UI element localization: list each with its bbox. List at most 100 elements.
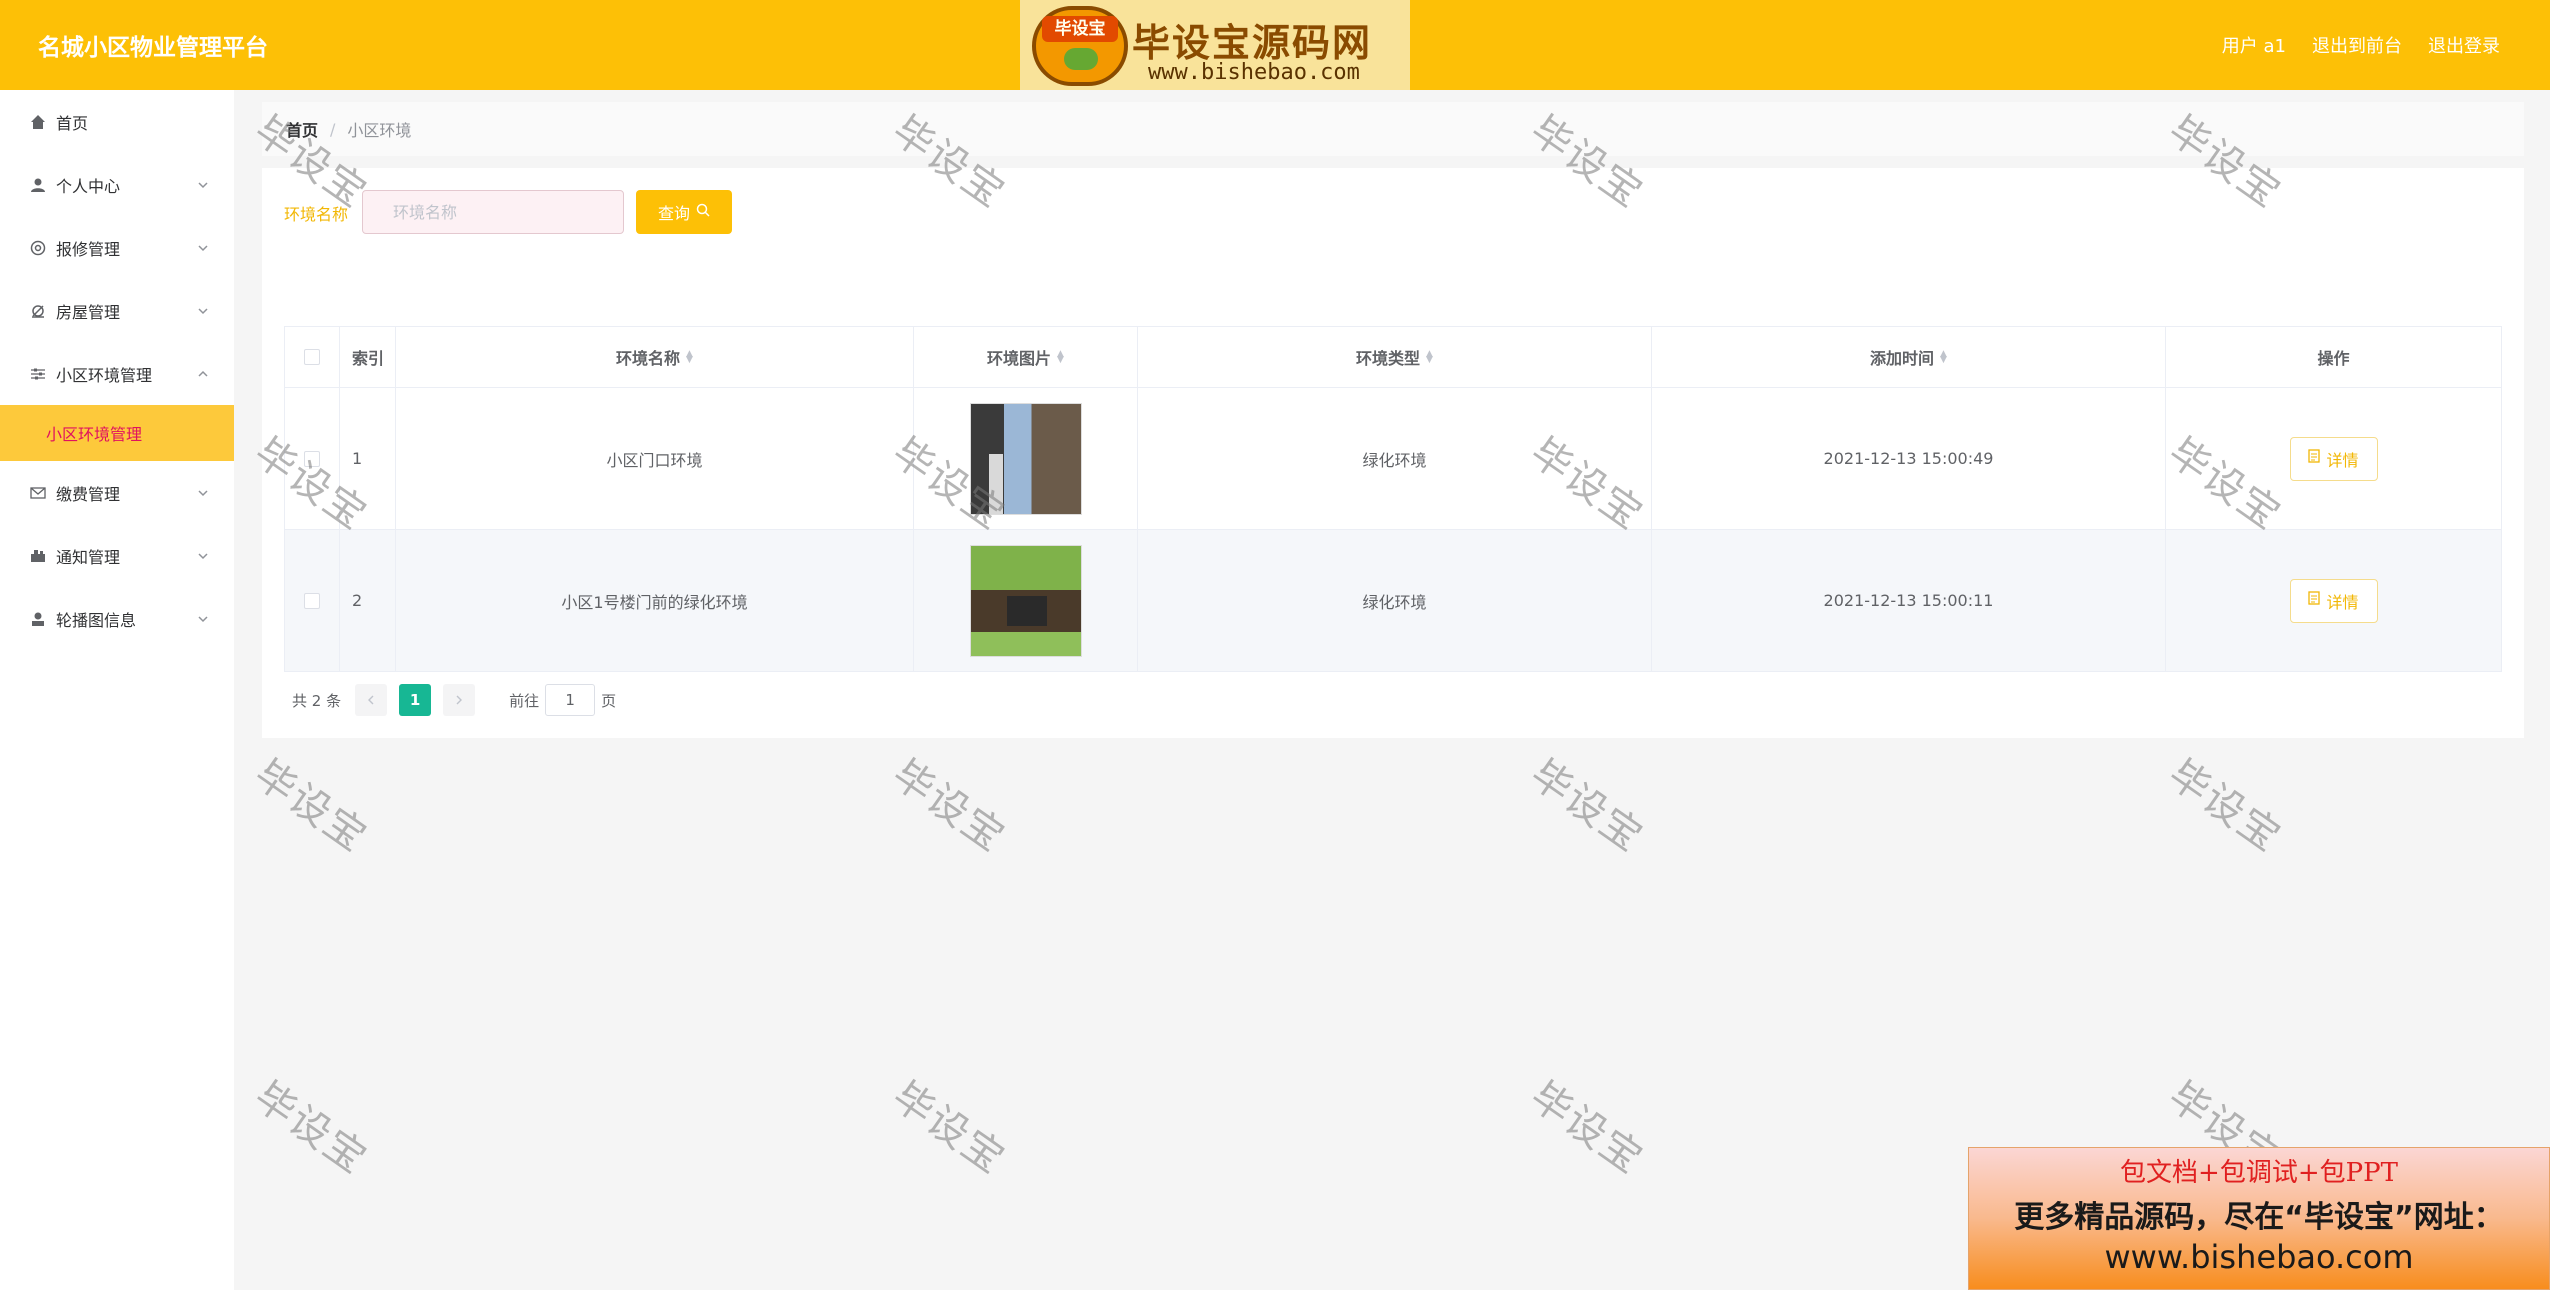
chevron-down-icon	[196, 240, 210, 254]
search-input[interactable]	[362, 190, 624, 234]
prev-page-button[interactable]	[355, 684, 388, 716]
row-checkbox[interactable]	[304, 592, 320, 609]
goto-suffix: 页	[601, 691, 617, 710]
table-header: 索引 环境名称 ▲ ▼ 环境图片 ▲ ▼ 环境类型 ▲ ▼ 添加时间 ▲ ▼ 操作	[284, 326, 2502, 388]
sidebar-item-payment[interactable]: 缴费管理	[0, 461, 234, 524]
breadcrumb-separator: /	[330, 119, 336, 139]
row-checkbox-cell	[284, 388, 340, 529]
row-action-cell: 详情	[2166, 388, 2502, 529]
site-logo: 毕设宝 毕设宝源码网 www.bishebao.com	[1020, 0, 1410, 90]
chevron-down-icon	[196, 611, 210, 625]
home-icon	[28, 112, 48, 132]
select-all-checkbox[interactable]	[304, 349, 320, 365]
sliders-icon	[28, 364, 48, 384]
row-name: 小区门口环境	[396, 388, 914, 529]
header-action: 操作	[2166, 327, 2502, 387]
row-image-cell	[914, 388, 1138, 529]
sidebar-item-label: 小区环境管理	[56, 365, 153, 385]
header-image[interactable]: 环境图片 ▲ ▼	[914, 327, 1138, 387]
search-label: 环境名称	[284, 205, 349, 224]
watermark: 毕设宝	[883, 751, 1014, 862]
row-action-cell: 详情	[2166, 530, 2502, 671]
sort-icon[interactable]: ▲ ▼	[1940, 350, 1947, 365]
sidebar-item-house[interactable]: 房屋管理	[0, 279, 234, 342]
chevron-down-icon	[196, 485, 210, 499]
watermark: 毕设宝	[245, 751, 376, 862]
header-checkbox-cell	[284, 327, 340, 387]
watermark: 毕设宝	[245, 1073, 376, 1184]
sidebar-item-home[interactable]: 首页	[0, 90, 234, 153]
chevron-left-icon	[368, 695, 374, 705]
ad-line-2: 更多精品源码，尽在“毕设宝”网址：	[2014, 1200, 2504, 1235]
row-type: 绿化环境	[1138, 530, 1652, 671]
sort-icon[interactable]: ▲ ▼	[1426, 350, 1433, 365]
house-icon	[28, 301, 48, 321]
search-icon	[696, 203, 710, 222]
sidebar-item-profile[interactable]: 个人中心	[0, 153, 234, 216]
header-time[interactable]: 添加时间 ▲ ▼	[1652, 327, 2166, 387]
detail-button-label: 详情	[2326, 452, 2359, 470]
breadcrumb-home[interactable]: 首页	[286, 117, 318, 141]
sidebar-item-label: 轮播图信息	[56, 610, 137, 630]
header-index: 索引	[340, 327, 396, 387]
logout-link[interactable]: 退出登录	[2428, 32, 2500, 58]
chevron-right-icon	[456, 695, 463, 705]
user-icon	[28, 175, 48, 195]
detail-button[interactable]: 详情	[2289, 436, 2378, 481]
sidebar-item-environment[interactable]: 小区环境管理	[0, 342, 234, 405]
submenu-item-environment[interactable]: 小区环境管理	[0, 405, 234, 461]
sidebar: 首页 个人中心 报修管理 房屋管理 小区环境管理 小区环境管理 缴费管理 通知管…	[0, 90, 234, 1290]
watermark: 毕设宝	[883, 1073, 1014, 1184]
sidebar-item-label: 个人中心	[56, 176, 121, 196]
logo-url: www.bishebao.com	[1148, 60, 1360, 85]
header-type[interactable]: 环境类型 ▲ ▼	[1138, 327, 1652, 387]
sidebar-item-carousel[interactable]: 轮播图信息	[0, 587, 234, 650]
ad-banner[interactable]: 包文档+包调试+包PPT 更多精品源码，尽在“毕设宝”网址： www.bishe…	[1968, 1147, 2550, 1290]
header-time-label: 添加时间	[1870, 349, 1935, 368]
sidebar-item-label: 报修管理	[56, 239, 121, 259]
logo-text: 毕设宝源码网	[1132, 21, 1373, 65]
row-checkbox[interactable]	[304, 450, 320, 467]
notice-icon	[28, 546, 48, 566]
ad-line-3: www.bishebao.com	[2104, 1238, 2414, 1276]
main-panel: 环境名称 查询 索引 环境名称 ▲▼ 环境图片 ▲▼ 环境类型 ▲▼ 添加时间	[262, 168, 2524, 738]
sidebar-item-repair[interactable]: 报修管理	[0, 216, 234, 279]
search-button-label: 查询	[657, 206, 690, 223]
top-header: 名城小区物业管理平台 毕设宝 毕设宝源码网 www.bishebao.com 用…	[0, 0, 2550, 90]
row-index: 1	[340, 388, 396, 529]
detail-button-label: 详情	[2326, 594, 2359, 612]
pagination-total: 共 2 条	[292, 691, 342, 710]
watermark: 毕设宝	[1521, 751, 1652, 862]
user-label: 用户 a1	[2221, 36, 2286, 57]
sidebar-item-label: 缴费管理	[56, 484, 121, 504]
app-title: 名城小区物业管理平台	[38, 35, 268, 61]
header-image-label: 环境图片	[987, 349, 1052, 368]
header-name[interactable]: 环境名称 ▲ ▼	[396, 327, 914, 387]
repair-icon	[28, 238, 48, 258]
table-row: 2 小区1号楼门前的绿化环境 绿化环境 2021-12-13 15:00:11 …	[284, 530, 2502, 672]
next-page-button[interactable]	[443, 684, 476, 716]
detail-button[interactable]: 详情	[2289, 578, 2378, 623]
mail-icon	[28, 483, 48, 503]
row-time: 2021-12-13 15:00:49	[1652, 388, 2166, 529]
search-button[interactable]: 查询	[636, 190, 732, 234]
goto-page-input[interactable]	[545, 684, 596, 716]
front-link[interactable]: 退出到前台	[2312, 32, 2402, 58]
chevron-down-icon	[196, 177, 210, 191]
sort-icon[interactable]: ▲ ▼	[1057, 350, 1064, 365]
logo-badge: 毕设宝	[1042, 16, 1118, 42]
logo-dot	[1064, 48, 1098, 70]
document-icon	[2308, 449, 2321, 468]
page-number-button[interactable]: 1	[399, 684, 432, 716]
sort-icon[interactable]: ▲ ▼	[686, 350, 693, 365]
sidebar-item-label: 通知管理	[56, 547, 121, 567]
sidebar-item-notice[interactable]: 通知管理	[0, 524, 234, 587]
sidebar-item-label: 房屋管理	[56, 302, 121, 322]
row-type: 绿化环境	[1138, 388, 1652, 529]
header-actions: 用户 a1 退出到前台 退出登录	[2222, 32, 2500, 58]
watermark: 毕设宝	[2159, 751, 2290, 862]
environment-image[interactable]	[969, 544, 1082, 657]
sidebar-item-label: 首页	[56, 113, 89, 133]
environment-image[interactable]	[969, 402, 1082, 515]
breadcrumb-current: 小区环境	[347, 121, 412, 140]
